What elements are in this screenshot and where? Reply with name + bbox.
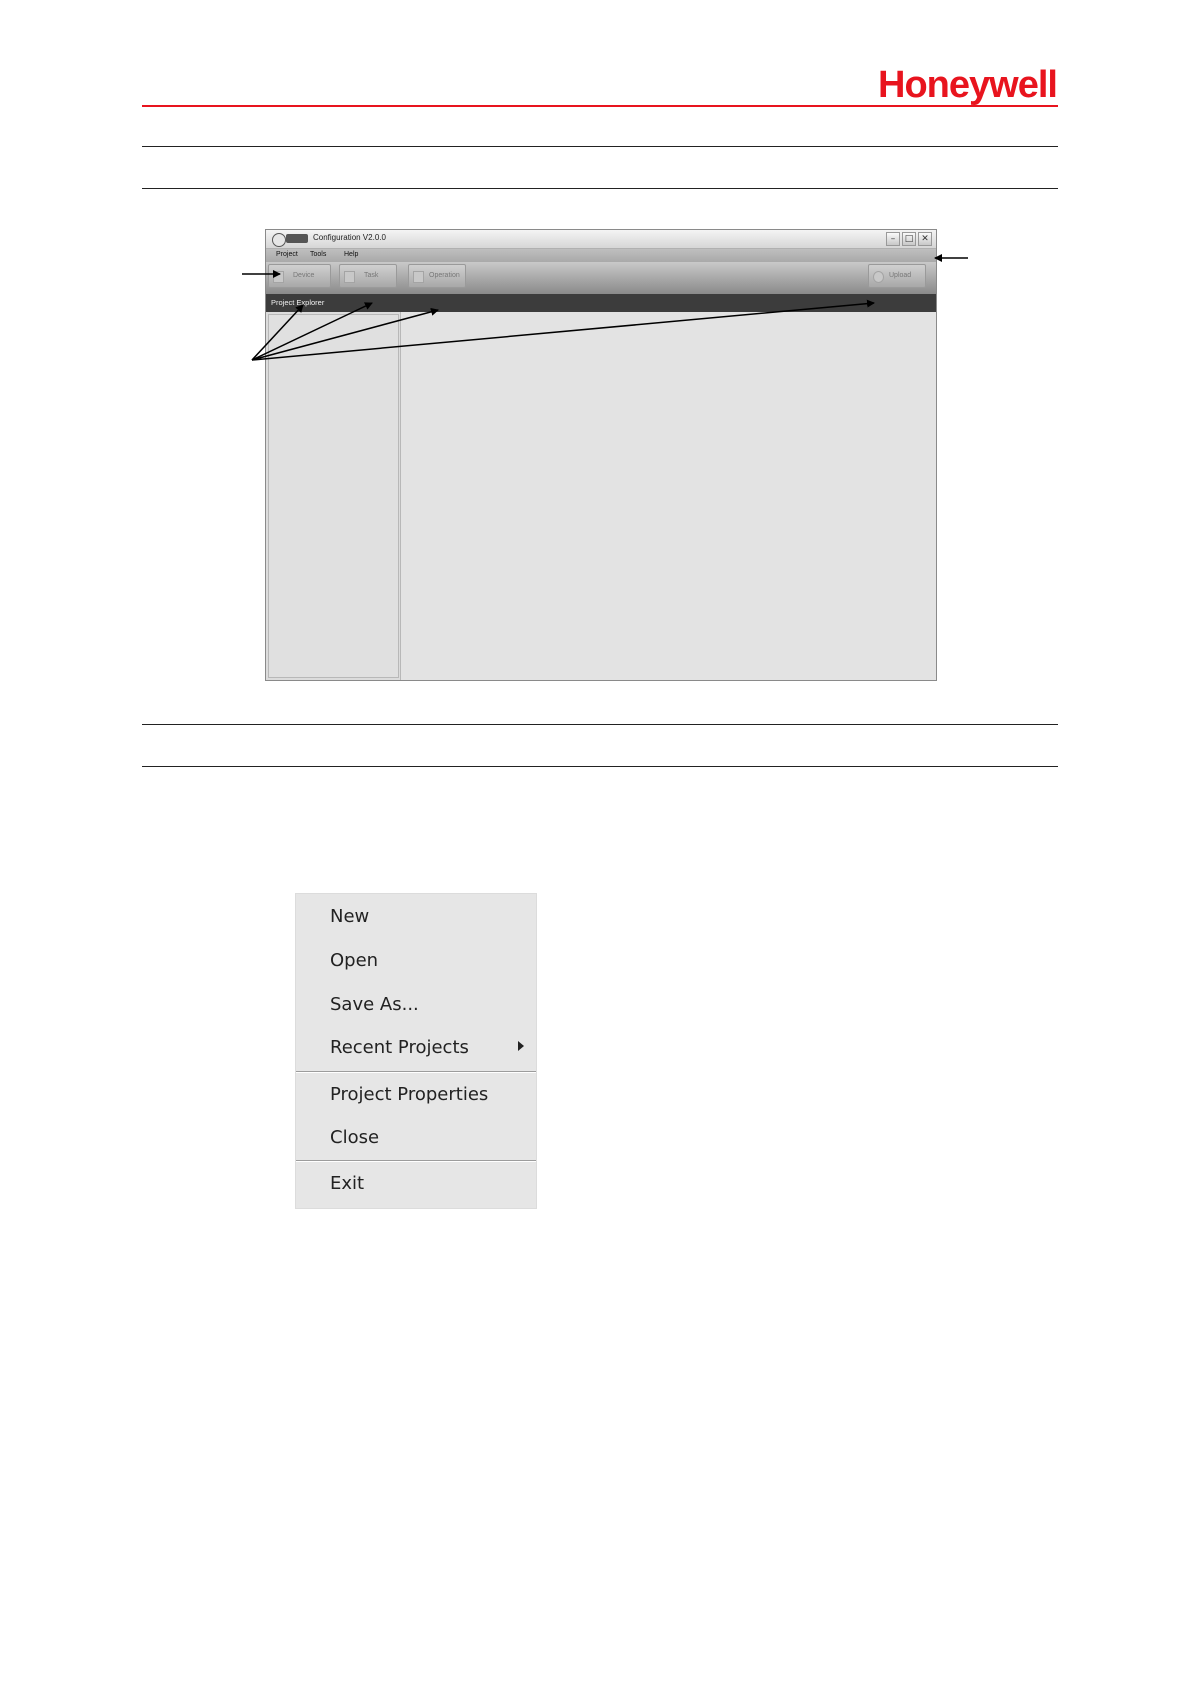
honeywell-logo: Honeywell — [878, 64, 1058, 106]
device-icon — [273, 271, 284, 283]
upload-label: Upload — [889, 272, 912, 279]
menu-bar: Project Tools Help — [266, 249, 936, 262]
task-label: Task — [364, 272, 379, 279]
app-icon — [272, 233, 286, 247]
menu-item-close[interactable]: Close — [330, 1127, 379, 1148]
menu-tools[interactable]: Tools — [310, 251, 326, 258]
header-rule — [142, 105, 1058, 107]
menu-separator — [296, 1161, 536, 1162]
project-explorer-header: Project Explorer — [266, 294, 936, 312]
operation-label: Operation — [429, 272, 460, 279]
maximize-button[interactable]: □ — [902, 232, 916, 246]
title-bar: Configuration V2.0.0 – □ ✕ — [266, 230, 936, 249]
menu-item-exit[interactable]: Exit — [330, 1173, 364, 1194]
window-controls: – □ ✕ — [886, 232, 932, 246]
app-logo-icon — [286, 234, 308, 243]
upload-icon — [873, 271, 884, 283]
menu-item-project-properties[interactable]: Project Properties — [330, 1084, 488, 1105]
app-window: Configuration V2.0.0 – □ ✕ Project Tools… — [265, 229, 937, 681]
project-menu: New Open Save As... Recent Projects Proj… — [295, 893, 537, 1209]
operation-icon — [413, 271, 424, 283]
menu-item-new[interactable]: New — [330, 906, 369, 927]
operation-button[interactable]: Operation — [408, 264, 466, 288]
divider-line — [142, 146, 1058, 147]
menu-item-recent-projects[interactable]: Recent Projects — [330, 1037, 469, 1058]
task-button[interactable]: Task — [339, 264, 397, 288]
menu-separator — [296, 1072, 536, 1073]
menu-project[interactable]: Project — [276, 251, 298, 258]
divider-line — [142, 766, 1058, 767]
workspace-pane[interactable] — [400, 312, 936, 680]
menu-item-save-as[interactable]: Save As... — [330, 994, 419, 1015]
submenu-arrow-icon — [518, 1041, 524, 1051]
minimize-button[interactable]: – — [886, 232, 900, 246]
menu-help[interactable]: Help — [344, 251, 358, 258]
divider-line — [142, 188, 1058, 189]
device-button[interactable]: Device — [268, 264, 331, 288]
device-label: Device — [293, 272, 315, 279]
window-title: Configuration V2.0.0 — [313, 233, 386, 242]
toolbar: Device Task Operation Upload — [266, 262, 936, 294]
divider-line — [142, 724, 1058, 725]
upload-button[interactable]: Upload — [868, 264, 926, 288]
menu-item-open[interactable]: Open — [330, 950, 378, 971]
task-icon — [344, 271, 355, 283]
close-button[interactable]: ✕ — [918, 232, 932, 246]
project-explorer-pane[interactable] — [268, 314, 399, 678]
project-explorer-title: Project Explorer — [271, 298, 325, 307]
